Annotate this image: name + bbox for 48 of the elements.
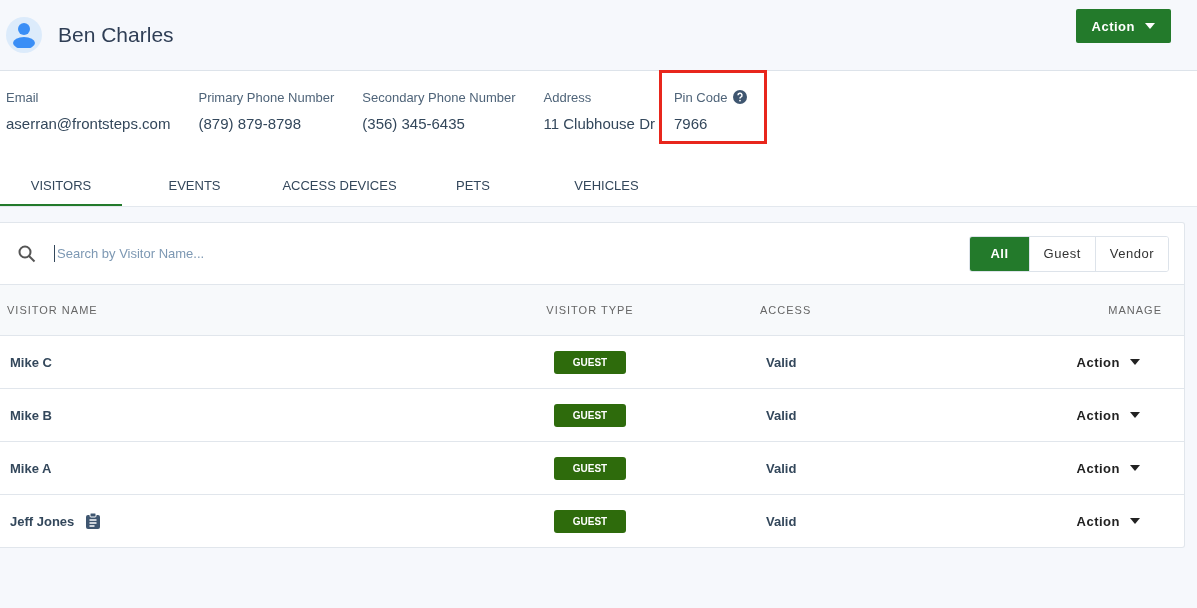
access-status: Valid bbox=[766, 354, 797, 370]
caret-icon bbox=[1130, 465, 1140, 471]
help-icon[interactable] bbox=[733, 90, 748, 104]
access-status: Valid bbox=[766, 513, 797, 529]
clipboard-icon[interactable] bbox=[86, 513, 101, 529]
field-value: (356) 345-6435 bbox=[362, 115, 466, 132]
filter-button[interactable]: Vendor bbox=[1094, 236, 1168, 271]
tab[interactable]: VISITORS bbox=[0, 166, 122, 206]
row-action-button[interactable]: Action bbox=[1070, 459, 1146, 477]
column-header: MANAGE bbox=[1108, 304, 1162, 316]
search-icon bbox=[18, 244, 36, 263]
tab[interactable]: EVENTS bbox=[122, 166, 267, 206]
field-value: aserran@frontsteps.com bbox=[6, 115, 171, 132]
field-value: 7966 bbox=[673, 115, 709, 132]
field-label: Secondary Phone Number bbox=[362, 89, 516, 105]
caret-icon bbox=[1130, 412, 1140, 418]
resident-name: Ben Charles bbox=[58, 23, 175, 47]
tab[interactable]: VEHICLES bbox=[534, 166, 679, 206]
visitor-type-badge: GUEST bbox=[554, 456, 626, 480]
visitor-name: Jeff Jones bbox=[10, 513, 75, 529]
action-button[interactable]: Action bbox=[1075, 9, 1171, 43]
row-action-button[interactable]: Action bbox=[1070, 406, 1146, 424]
row-action-button[interactable]: Action bbox=[1070, 512, 1146, 530]
field-label: Pin Code bbox=[673, 89, 728, 105]
visitor-name: Mike C bbox=[10, 354, 52, 370]
row-action-button[interactable]: Action bbox=[1070, 353, 1146, 371]
tab[interactable]: ACCESS DEVICES bbox=[267, 166, 412, 206]
caret-icon bbox=[1130, 359, 1140, 365]
filter-button[interactable]: All bbox=[970, 236, 1029, 271]
column-header: ACCESS bbox=[760, 304, 812, 316]
avatar-icon bbox=[6, 17, 42, 53]
visitor-type-badge: GUEST bbox=[554, 350, 626, 374]
field-value: 11 Clubhouse Dr bbox=[543, 115, 655, 132]
visitor-type-badge: GUEST bbox=[554, 403, 626, 427]
column-header: VISITOR TYPE bbox=[546, 304, 634, 316]
access-status: Valid bbox=[766, 407, 797, 423]
visitor-name: Mike A bbox=[10, 460, 52, 476]
field-label: Email bbox=[6, 89, 39, 105]
visitor-type-badge: GUEST bbox=[554, 509, 626, 533]
column-header: VISITOR NAME bbox=[7, 304, 98, 316]
caret-icon bbox=[1130, 518, 1140, 524]
tab[interactable]: PETS bbox=[412, 166, 534, 206]
visitor-name: Mike B bbox=[10, 407, 52, 423]
caret-icon bbox=[1145, 23, 1155, 29]
field-label: Primary Phone Number bbox=[198, 89, 335, 105]
field-value: (879) 879-8798 bbox=[198, 115, 303, 132]
access-status: Valid bbox=[766, 460, 797, 476]
field-label: Address bbox=[543, 89, 592, 105]
